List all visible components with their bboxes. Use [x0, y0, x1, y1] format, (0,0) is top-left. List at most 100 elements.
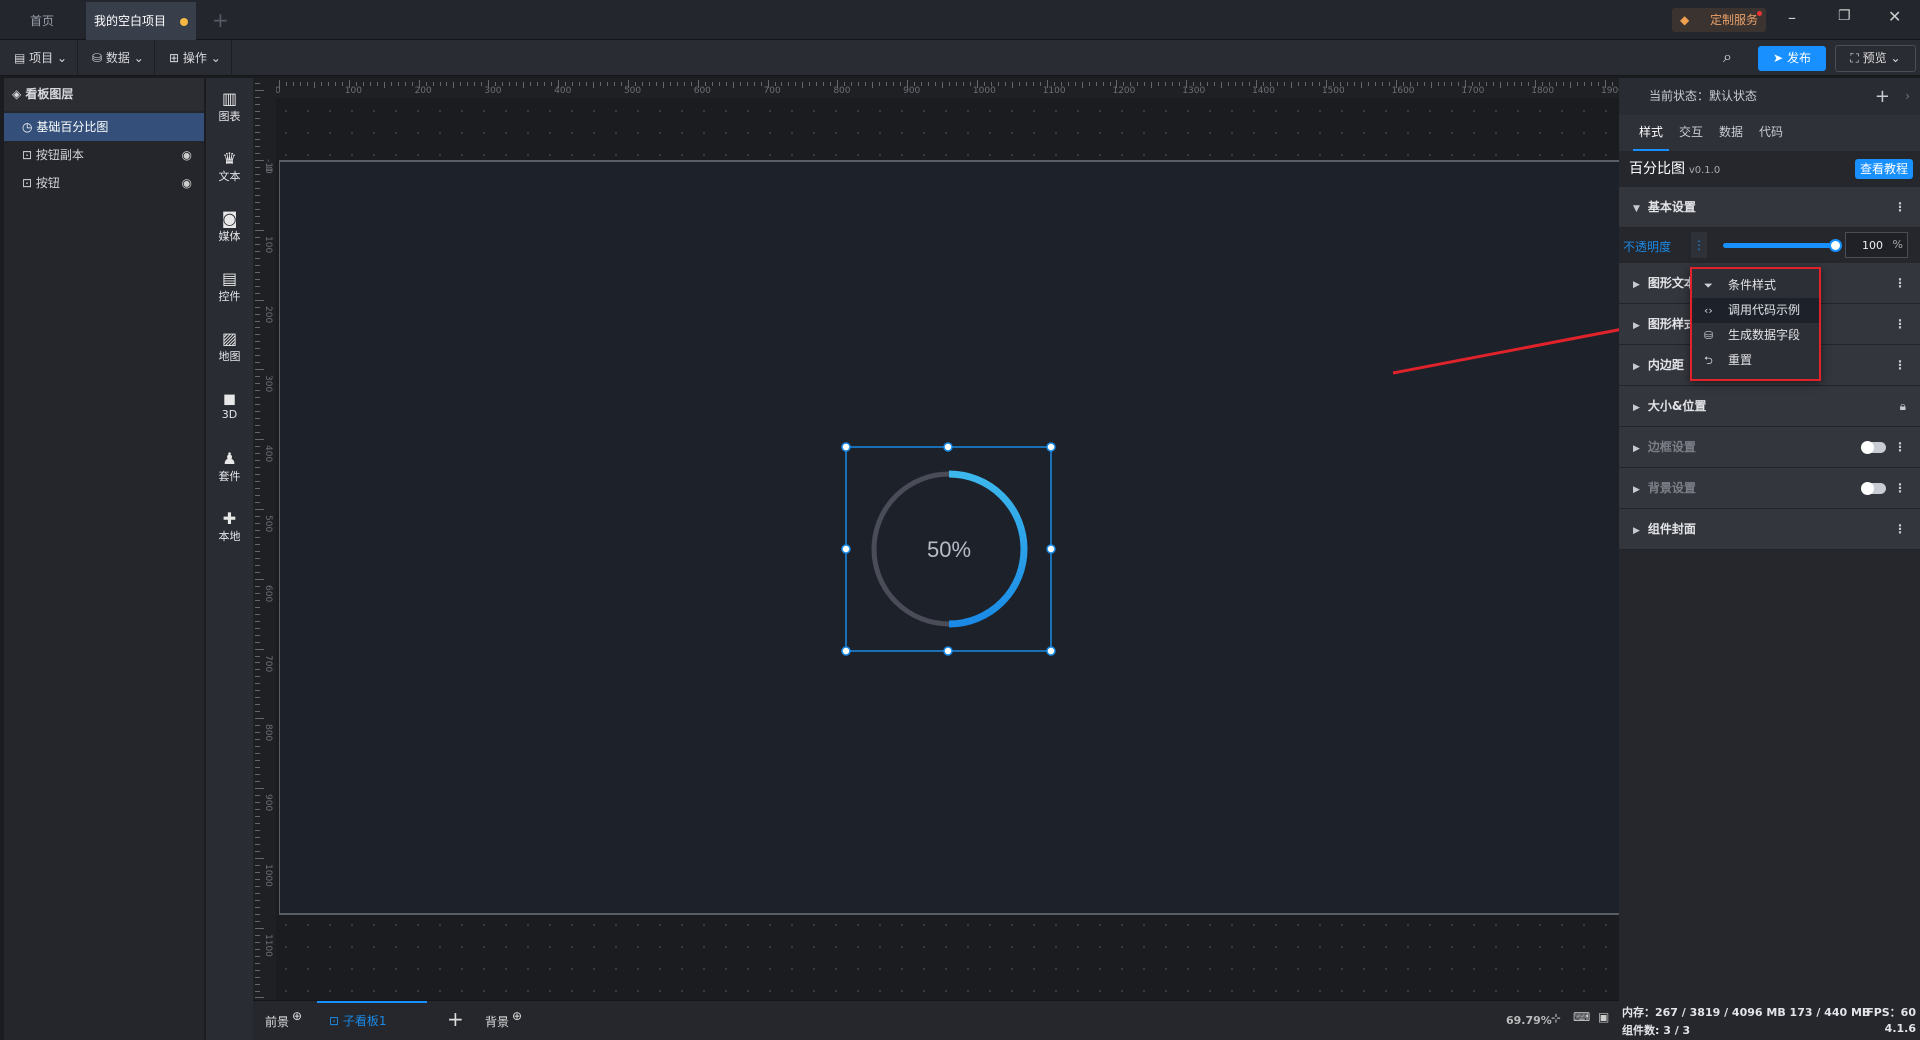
caret-right-icon: ▶ [1633, 444, 1640, 454]
close-icon[interactable]: ✕ [1888, 7, 1901, 26]
terminal-icon[interactable]: ▣ [1598, 1010, 1609, 1024]
tutorial-button[interactable]: 查看教程 [1855, 159, 1913, 179]
component-label: 套件 [218, 470, 241, 483]
resize-handle[interactable] [841, 442, 851, 452]
resize-handle[interactable] [1046, 442, 1056, 452]
ruler-tick [900, 82, 902, 86]
component-shirt[interactable]: ♟ 套件 [206, 450, 253, 484]
tab-project[interactable]: 我的空白项目 [86, 2, 196, 40]
ruler-tick [255, 125, 260, 127]
component-label: 图表 [218, 110, 241, 123]
toggle-switch[interactable] [1861, 482, 1886, 495]
minimize-icon[interactable]: – [1788, 8, 1796, 27]
resize-handle[interactable] [841, 544, 851, 554]
more-icon[interactable]: ⋮ [1691, 232, 1707, 258]
eye-hidden-icon[interactable]: ◉ [182, 141, 192, 169]
component-list[interactable]: ▤ 控件 [206, 270, 253, 304]
percent-widget[interactable]: 50% [840, 441, 1060, 661]
more-icon[interactable]: ⋮ [1894, 263, 1906, 304]
section-7[interactable]: ▶ 组件封面 ⋮ [1619, 509, 1920, 550]
ruler-tick [962, 82, 964, 86]
lock-icon[interactable]: 🔒︎ [1900, 386, 1906, 427]
ruler-tick [255, 857, 264, 859]
tab-3[interactable]: 代码 [1753, 115, 1789, 151]
more-icon[interactable]: ⋮ [1894, 509, 1906, 550]
tab-2[interactable]: 数据 [1713, 115, 1749, 151]
add-state-icon[interactable]: + [1875, 78, 1890, 115]
opacity-input[interactable]: 100% [1845, 232, 1908, 258]
component-map[interactable]: ▨ 地图 [206, 330, 253, 364]
section-6[interactable]: ▶ 背景设置 ⋮ [1619, 468, 1920, 509]
menu-project[interactable]: ▤ 项目 ⌄ [4, 40, 79, 76]
new-tab-icon[interactable]: + [212, 8, 229, 32]
ruler-tick [255, 215, 260, 217]
eye-hidden-icon[interactable]: ◉ [182, 169, 192, 197]
toggle-switch[interactable] [1861, 441, 1886, 454]
foreground-tab[interactable]: 前景 ⊕ [265, 1009, 302, 1030]
publish-button[interactable]: ➤ 发布 [1758, 46, 1826, 71]
menu-item-0[interactable]: ⏷ 条件样式 [1692, 273, 1819, 298]
tab-home[interactable]: 首页 [0, 2, 84, 40]
section-5[interactable]: ▶ 边框设置 ⋮ [1619, 427, 1920, 468]
chevron-down-icon: ⌄ [57, 51, 68, 65]
background-tab[interactable]: 背景 ⊕ [485, 1009, 522, 1030]
chevron-right-icon[interactable]: › [1905, 78, 1910, 115]
ruler-tick [1528, 82, 1530, 86]
menu-operate[interactable]: ⊞ 操作 ⌄ [159, 40, 232, 76]
add-circle-icon[interactable]: ⊕ [512, 1009, 522, 1023]
component-camera[interactable]: ◙ 媒体 [206, 210, 253, 244]
component-puzzle[interactable]: ✚ 本地 [206, 510, 253, 544]
search-icon[interactable]: ⌕ [1723, 47, 1732, 67]
ruler-tick [255, 306, 260, 308]
more-icon[interactable]: ⋮ [1894, 304, 1906, 345]
ruler-tick [255, 592, 260, 594]
section-4[interactable]: ▶ 大小&位置 🔒︎ [1619, 386, 1920, 427]
add-board-icon[interactable]: + [447, 1007, 464, 1031]
custom-service-button[interactable]: ◆ 定制服务 [1672, 8, 1766, 32]
ruler-tick [942, 82, 943, 88]
component-version: v0.1.0 [1688, 165, 1721, 176]
component-crown[interactable]: ♛ 文本 [206, 150, 253, 184]
opacity-slider[interactable] [1723, 239, 1842, 252]
ruler-tick [858, 82, 860, 86]
board-tab-active[interactable]: ⊡ 子看板1 [317, 1001, 427, 1040]
publish-label: 发布 [1786, 51, 1811, 65]
section-label: 组件封面 [1647, 522, 1696, 536]
resize-handle[interactable] [841, 646, 851, 656]
ruler-tick [306, 82, 308, 86]
zoom-level[interactable]: 69.79% [1506, 1014, 1552, 1027]
ruler-tick [669, 82, 671, 86]
menu-data[interactable]: ⛁ 数据 ⌄ [82, 40, 155, 76]
more-icon[interactable]: ⋮ [1894, 468, 1906, 509]
preview-button[interactable]: ⛶ 预览 ⌄ [1835, 45, 1916, 72]
opacity-slider-thumb[interactable] [1829, 239, 1842, 252]
ruler-tick [851, 82, 853, 86]
resize-handle[interactable] [943, 646, 953, 656]
more-icon[interactable]: ⋮ [1894, 187, 1906, 228]
menu-item-3[interactable]: ⮌ 重置 [1692, 348, 1819, 373]
section-0[interactable]: ▼ 基本设置 ⋮ [1619, 187, 1920, 228]
menu-item-2[interactable]: ⛁ 生成数据字段 [1692, 323, 1819, 348]
caret-right-icon: ▶ [1633, 280, 1640, 290]
camera-icon: ◙ [221, 209, 238, 228]
more-icon[interactable]: ⋮ [1894, 427, 1906, 468]
ruler-tick [516, 82, 518, 86]
layer-item-selected[interactable]: ◷ 基础百分比图 [4, 113, 204, 141]
layer-item[interactable]: ⊡ 按钮 ◉ [4, 169, 204, 197]
menu-item-1[interactable]: ‹› 调用代码示例 [1692, 298, 1819, 323]
more-icon[interactable]: ⋮ [1894, 345, 1906, 386]
component-cube[interactable]: ◼ 3D [206, 390, 253, 422]
ruler-tick [921, 82, 923, 86]
component-bar-chart[interactable]: ▥ 图表 [206, 90, 253, 124]
keyboard-icon[interactable]: ⌨ [1573, 1010, 1590, 1024]
resize-handle[interactable] [943, 442, 953, 452]
ruler-tick [255, 802, 260, 804]
fit-icon[interactable]: ⊹ [1551, 1011, 1561, 1025]
layer-item[interactable]: ⊡ 按钮副本 ◉ [4, 141, 204, 169]
resize-handle[interactable] [1046, 646, 1056, 656]
tab-0[interactable]: 样式 [1633, 115, 1669, 151]
restore-icon[interactable]: ❐ [1838, 8, 1851, 24]
resize-handle[interactable] [1046, 544, 1056, 554]
tab-1[interactable]: 交互 [1673, 115, 1709, 151]
add-circle-icon[interactable]: ⊕ [292, 1009, 302, 1023]
